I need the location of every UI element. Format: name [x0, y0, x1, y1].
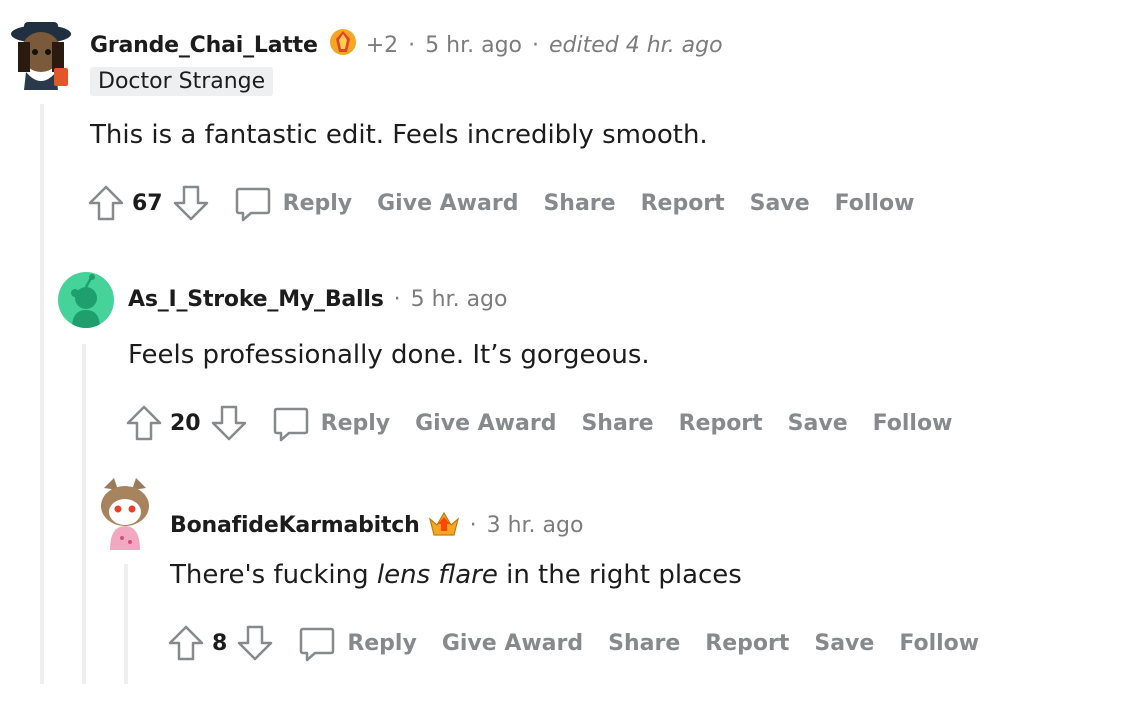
timestamp[interactable]: 3 hr. ago	[487, 513, 584, 538]
comment-meta: BonafideKarmabitch · 3 hr. ago	[170, 507, 583, 543]
downvote-icon[interactable]	[171, 183, 211, 223]
comment-actions: 67 Reply Give Award Share Report Save Fo…	[86, 183, 939, 223]
user-flair: Doctor Strange	[90, 67, 274, 96]
reply-label: Reply	[320, 410, 391, 436]
separator: ·	[532, 32, 539, 58]
downvote-icon[interactable]	[235, 623, 275, 663]
avatar-bonafidekarmabitch[interactable]	[94, 476, 156, 550]
downvote-icon[interactable]	[209, 403, 249, 443]
upvote-award-icon[interactable]	[428, 507, 460, 543]
vote-score: 20	[170, 410, 201, 436]
share-button[interactable]: Share	[608, 631, 680, 656]
username[interactable]: BonafideKarmabitch	[170, 513, 420, 538]
comment-bubble-icon	[273, 407, 308, 442]
reply-label: Reply	[347, 630, 417, 656]
give-award-button[interactable]: Give Award	[377, 191, 518, 216]
reply-button[interactable]: Reply	[233, 183, 378, 223]
comment-actions: 20 Reply Give Award Share Report Save Fo…	[124, 403, 977, 443]
upvote-icon[interactable]	[86, 183, 126, 223]
comment-body: Feels professionally done. It’s gorgeous…	[128, 340, 650, 370]
avatar-as-i-stroke-my-balls[interactable]	[58, 272, 114, 328]
save-button[interactable]: Save	[814, 631, 874, 656]
edited-timestamp: edited 4 hr. ago	[549, 32, 723, 58]
vote-score: 67	[132, 190, 163, 216]
save-button[interactable]: Save	[788, 411, 848, 436]
comment-bubble-icon	[300, 627, 335, 662]
save-button[interactable]: Save	[750, 191, 810, 216]
give-award-button[interactable]: Give Award	[442, 631, 583, 656]
comment-body: This is a fantastic edit. Feels incredib…	[90, 120, 708, 150]
report-button[interactable]: Report	[679, 411, 763, 436]
reply-label: Reply	[282, 190, 353, 216]
vote-score: 8	[212, 630, 228, 656]
separator: ·	[469, 512, 477, 538]
comment-body: There's fucking lens flare in the right …	[170, 560, 742, 590]
comment-actions: 8 Reply Give Award Share Report Save Fol…	[166, 623, 1004, 663]
give-award-button[interactable]: Give Award	[415, 411, 556, 436]
reply-button[interactable]: Reply	[271, 403, 416, 443]
thread-line-level-3[interactable]	[124, 564, 128, 684]
comment-body-emphasis: lens flare	[376, 560, 498, 590]
award-icon[interactable]	[328, 27, 358, 63]
timestamp[interactable]: 5 hr. ago	[425, 33, 522, 58]
avatar-grande-chai-latte[interactable]	[8, 14, 74, 90]
follow-button[interactable]: Follow	[899, 631, 979, 656]
comment-meta: Grande_Chai_Latte +2 · 5 hr. ago · edite…	[90, 27, 723, 63]
thread-line-level-1[interactable]	[40, 104, 44, 684]
username[interactable]: As_I_Stroke_My_Balls	[128, 287, 384, 312]
comment-body-text: There's fucking	[170, 560, 377, 590]
comment-bubble-icon	[235, 187, 270, 222]
comment-meta: As_I_Stroke_My_Balls · 5 hr. ago	[128, 287, 507, 312]
award-count: +2	[365, 32, 399, 58]
share-button[interactable]: Share	[581, 411, 653, 436]
upvote-icon[interactable]	[124, 403, 164, 443]
comment-body-text: in the right places	[497, 560, 742, 590]
report-button[interactable]: Report	[705, 631, 789, 656]
username[interactable]: Grande_Chai_Latte	[90, 33, 318, 58]
follow-button[interactable]: Follow	[873, 411, 953, 436]
separator: ·	[408, 32, 416, 58]
separator: ·	[393, 287, 401, 312]
report-button[interactable]: Report	[641, 191, 725, 216]
reply-button[interactable]: Reply	[297, 623, 442, 663]
timestamp[interactable]: 5 hr. ago	[411, 287, 508, 312]
follow-button[interactable]: Follow	[835, 191, 915, 216]
upvote-icon[interactable]	[166, 623, 206, 663]
thread-line-level-2[interactable]	[82, 344, 86, 684]
share-button[interactable]: Share	[543, 191, 615, 216]
